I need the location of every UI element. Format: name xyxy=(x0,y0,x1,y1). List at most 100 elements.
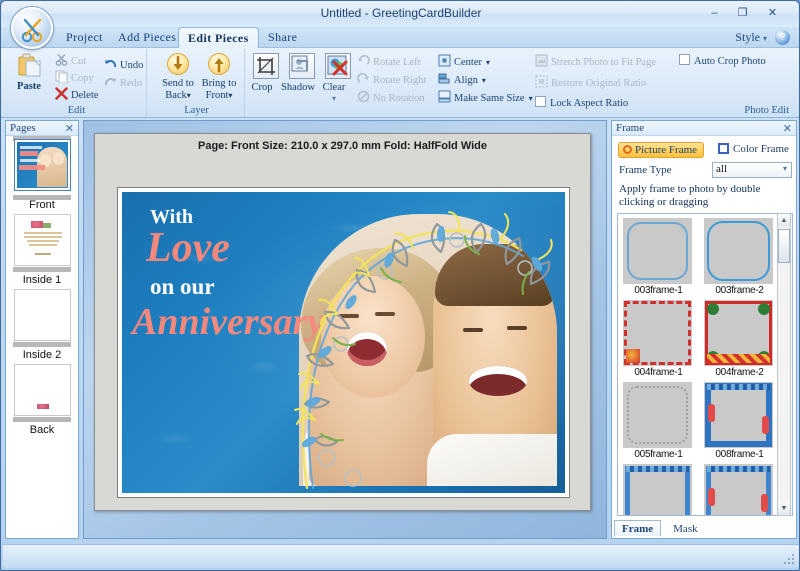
send-to-back-button[interactable]: Send to Back▾ xyxy=(156,78,200,102)
checkbox-icon xyxy=(679,54,690,65)
page-item-back[interactable]: Back xyxy=(6,364,78,436)
copy-icon xyxy=(55,70,68,84)
picture-frame-toggle[interactable]: Picture Frame xyxy=(618,142,705,158)
page-item-inside-1[interactable]: Inside 1 xyxy=(6,214,78,286)
page-label: Back xyxy=(29,424,55,436)
undo-label: Undo xyxy=(120,60,144,71)
page-label: Inside 1 xyxy=(22,274,62,286)
tab-mask[interactable]: Mask xyxy=(665,520,705,537)
bring-to-front-button[interactable]: Bring to Front▾ xyxy=(197,78,241,102)
frame-type-label: Frame Type xyxy=(619,164,672,176)
chevron-down-icon: ▾ xyxy=(528,94,533,103)
stretch-photo-to-fit-page-button[interactable]: Stretch Photo to Fit Page xyxy=(535,54,656,68)
page-info-label: Page: Front Size: 210.0 x 297.0 mm Fold:… xyxy=(197,140,488,152)
style-menu-button[interactable]: Style ▾ xyxy=(735,30,767,45)
tab-share[interactable]: Share xyxy=(259,27,306,48)
center-label: Center xyxy=(454,57,482,68)
scroll-down-icon[interactable]: ▼ xyxy=(778,502,790,515)
frame-list-scrollbar[interactable]: ▲ ▼ xyxy=(777,213,791,516)
shadow-icon[interactable] xyxy=(289,53,315,79)
send-to-back-icon[interactable] xyxy=(167,53,189,75)
ribbon-tab-bar: Project Add Pieces Edit Pieces Share xyxy=(1,27,799,48)
tab-edit-pieces[interactable]: Edit Pieces xyxy=(178,27,259,48)
frame-thumb-003frame-1[interactable]: 003frame-1 xyxy=(618,214,699,296)
card-frame[interactable]: With Love on our Anniversary xyxy=(117,187,570,498)
undo-button[interactable]: Undo xyxy=(104,57,143,71)
lock-aspect-ratio-checkbox[interactable]: Lock Aspect Ratio xyxy=(535,96,628,109)
page-thumbnail[interactable] xyxy=(13,289,71,341)
color-frame-toggle[interactable]: Color Frame xyxy=(718,142,789,158)
page-thumbnail[interactable] xyxy=(13,364,71,416)
make-same-size-label: Make Same Size xyxy=(454,93,525,104)
help-icon[interactable]: ? xyxy=(775,30,790,45)
canvas-area[interactable]: Page: Front Size: 210.0 x 297.0 mm Fold:… xyxy=(83,120,607,539)
close-icon[interactable]: ✕ xyxy=(65,122,74,135)
redo-button[interactable]: Redo xyxy=(104,75,142,89)
rotate-left-button[interactable]: Rotate Left xyxy=(357,54,421,68)
scroll-up-icon[interactable]: ▲ xyxy=(778,214,790,227)
copy-button[interactable]: Copy xyxy=(55,70,94,84)
close-icon[interactable]: ✕ xyxy=(783,122,792,135)
scrollbar-thumb[interactable] xyxy=(778,229,790,263)
center-icon xyxy=(438,54,451,67)
frame-preview xyxy=(704,464,773,515)
page-sheet[interactable]: Page: Front Size: 210.0 x 297.0 mm Fold:… xyxy=(94,133,591,511)
frame-thumb-004frame-1[interactable]: 004frame-1 xyxy=(618,296,699,378)
rotate-left-icon xyxy=(357,54,370,67)
frame-type-value: all xyxy=(716,163,727,175)
copy-label: Copy xyxy=(71,73,94,84)
align-button[interactable]: Align ▾ xyxy=(438,72,486,86)
bring-to-front-icon[interactable] xyxy=(208,53,230,75)
align-icon xyxy=(438,72,451,85)
delete-x-icon xyxy=(55,87,68,100)
checkbox-icon xyxy=(535,96,546,107)
chevron-down-icon: ▾ xyxy=(486,58,491,67)
frame-thumb-008frame-1[interactable]: 008frame-1 xyxy=(699,378,780,460)
frame-preview xyxy=(704,382,773,448)
no-rotation-label: No Rotation xyxy=(373,93,425,104)
rotate-right-button[interactable]: Rotate Right xyxy=(357,72,426,86)
page-item-inside-2[interactable]: Inside 2 xyxy=(6,289,78,361)
style-menu-label: Style xyxy=(735,30,760,44)
pages-panel-title: Pages xyxy=(10,122,36,134)
frame-panel-tabs: Frame Mask xyxy=(614,519,706,537)
card-artwork[interactable]: With Love on our Anniversary xyxy=(122,192,565,493)
crop-icon[interactable] xyxy=(253,53,279,79)
card-line-love: Love xyxy=(146,225,230,271)
frame-thumbnail-list[interactable]: 003frame-1 003frame-2 004frame-1 004fram… xyxy=(617,213,793,516)
frame-ring-icon xyxy=(623,145,632,154)
stretch-label: Stretch Photo to Fit Page xyxy=(551,57,656,68)
tab-frame[interactable]: Frame xyxy=(614,520,662,537)
make-same-size-button[interactable]: Make Same Size ▾ xyxy=(438,90,533,104)
stretch-icon xyxy=(535,54,548,67)
frame-thumb-005frame-1[interactable]: 005frame-1 xyxy=(618,378,699,460)
page-thumbnail[interactable] xyxy=(13,139,71,191)
resize-grip-icon[interactable] xyxy=(783,553,795,565)
tab-project[interactable]: Project xyxy=(57,27,112,48)
frame-thumb-004frame-2[interactable]: 004frame-2 xyxy=(699,296,780,378)
frame-thumb-008frame-3[interactable]: 008frame-3 xyxy=(699,460,780,515)
clear-icon[interactable] xyxy=(325,53,351,79)
tab-add-pieces[interactable]: Add Pieces xyxy=(109,27,185,48)
auto-crop-photo-checkbox[interactable]: Auto Crop Photo xyxy=(679,54,766,67)
restore-original-ratio-button[interactable]: Restore Original Ratio xyxy=(535,75,646,89)
page-thumbnail[interactable] xyxy=(13,214,71,266)
frame-thumb-label: 005frame-1 xyxy=(634,449,683,460)
delete-button[interactable]: Delete xyxy=(55,87,98,101)
center-button[interactable]: Center ▾ xyxy=(438,54,490,68)
frame-thumb-label: 003frame-2 xyxy=(715,285,764,296)
bring-to-front-line1: Bring to xyxy=(201,78,237,89)
minimize-button[interactable]: – xyxy=(704,6,725,21)
no-rotation-button[interactable]: No Rotation xyxy=(357,90,425,104)
cut-button[interactable]: Cut xyxy=(55,53,86,67)
maximize-button[interactable]: ❐ xyxy=(732,6,753,21)
close-button[interactable]: ✕ xyxy=(762,6,783,21)
scissors-icon[interactable] xyxy=(11,7,53,49)
chevron-down-icon[interactable]: ▾ xyxy=(332,94,336,103)
frame-thumb-003frame-2[interactable]: 003frame-2 xyxy=(699,214,780,296)
page-item-front[interactable]: Front xyxy=(6,136,78,211)
frame-type-select[interactable]: all ▾ xyxy=(712,162,792,178)
clear-button[interactable]: Clear xyxy=(312,82,356,93)
frame-panel: Frame ✕ Picture Frame Color Frame Frame … xyxy=(611,120,797,539)
frame-thumb-008frame-2[interactable]: 008frame-2 xyxy=(618,460,699,515)
